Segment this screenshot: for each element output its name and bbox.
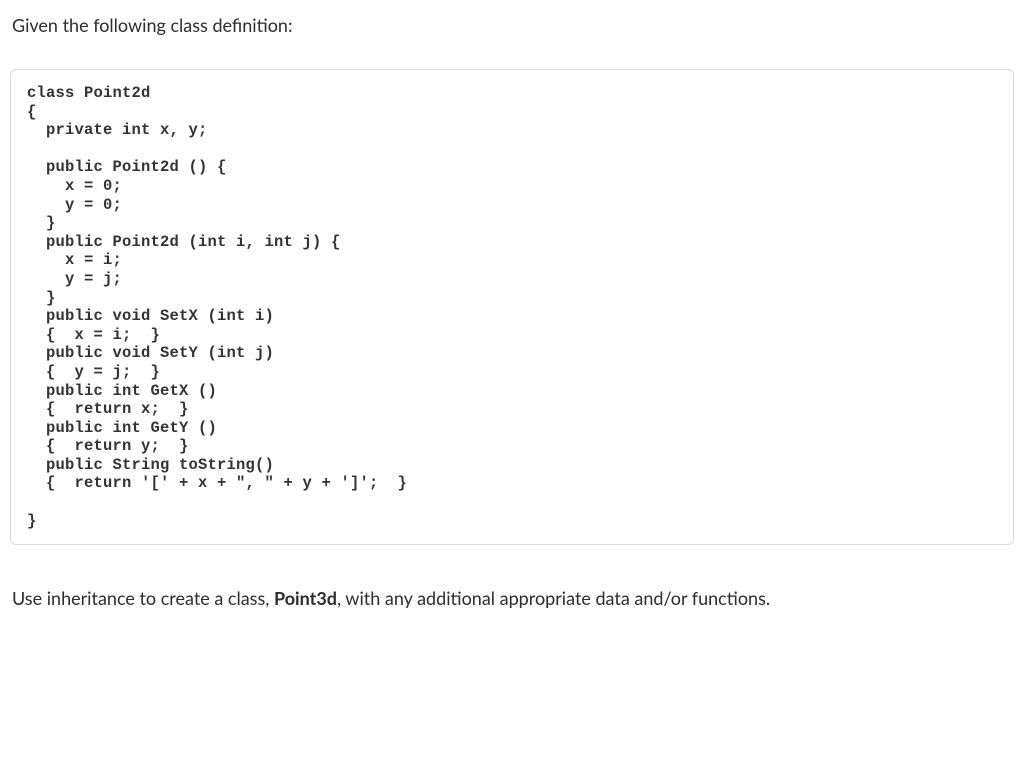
outro-suffix: , with any additional appropriate data a… — [337, 587, 770, 609]
outro-text: Use inheritance to create a class, Point… — [10, 585, 1014, 612]
code-block: class Point2d { private int x, y; public… — [10, 69, 1014, 545]
outro-prefix: Use inheritance to create a class, — [12, 587, 274, 609]
outro-bold: Point3d — [274, 587, 337, 609]
code-content: class Point2d { private int x, y; public… — [27, 84, 997, 530]
intro-text: Given the following class definition: — [10, 12, 1014, 39]
intro-label: Given the following class definition: — [12, 14, 292, 36]
